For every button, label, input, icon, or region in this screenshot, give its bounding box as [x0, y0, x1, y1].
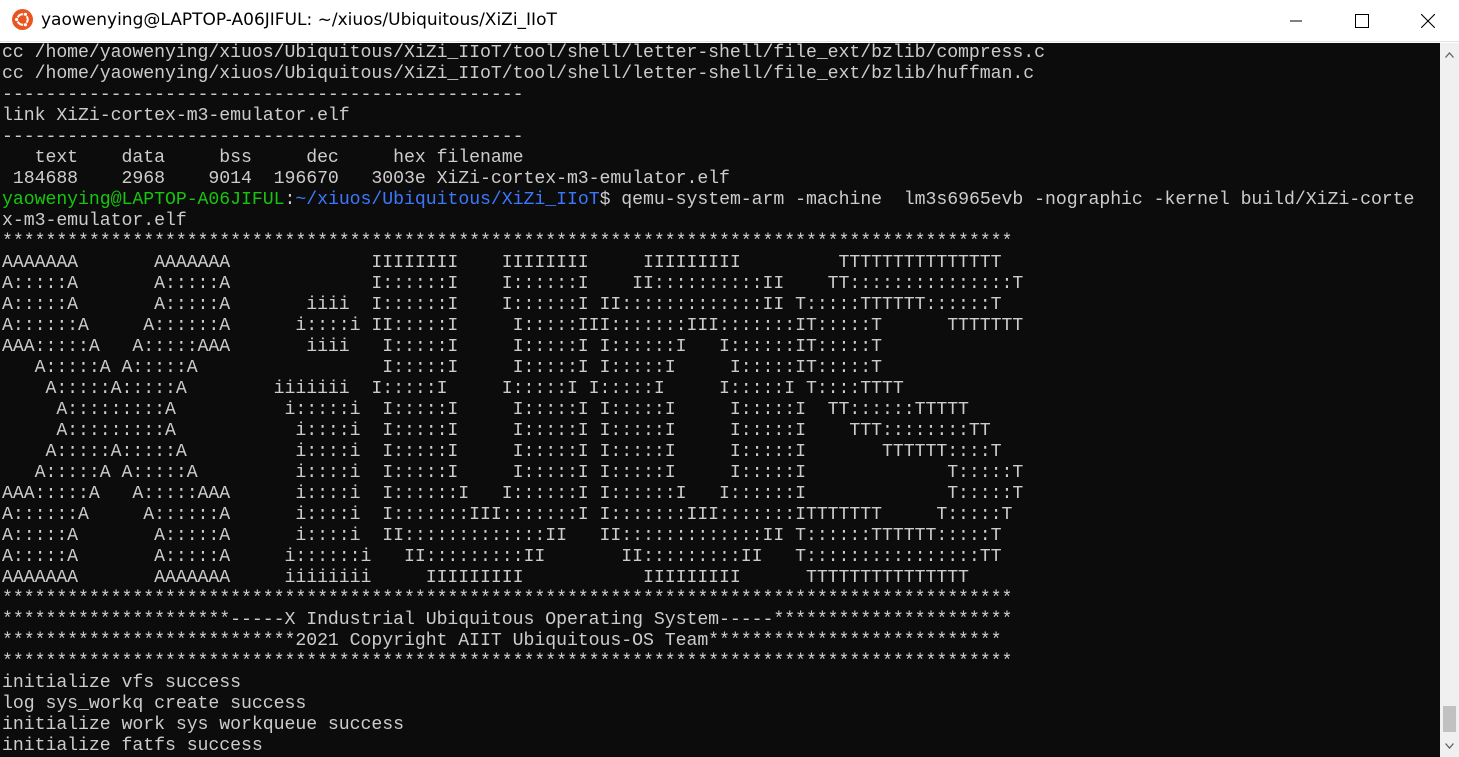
output-line: log sys_workq create success	[2, 694, 307, 714]
banner-line: A:::::A A:::::A i::::i I:::::I I:::::I I…	[2, 463, 1024, 483]
title-bar[interactable]: yaowenying@LAPTOP-A06JIFUL: ~/xiuos/Ubiq…	[0, 0, 1459, 42]
banner-line: ****************************************…	[2, 589, 1013, 609]
output-line: initialize vfs success	[2, 673, 242, 693]
minimize-icon	[1290, 20, 1302, 21]
banner-line: AAAAAAA AAAAAAA iiiiiiii IIIIIIIII IIIII…	[2, 568, 969, 588]
close-button[interactable]	[1405, 0, 1451, 41]
scroll-up-arrow-icon	[1445, 51, 1454, 58]
ubuntu-icon	[12, 9, 33, 30]
output-line: cc /home/yaowenying/xiuos/Ubiquitous/XiZ…	[2, 64, 1035, 84]
banner-line: A:::::A A:::::A i::::::i II:::::::::II I…	[2, 547, 1002, 567]
close-icon	[1421, 13, 1435, 28]
prompt-path: ~/xiuos/Ubiquitous/XiZi_IIoT	[295, 190, 600, 210]
output-line: ----------------------------------------…	[2, 127, 524, 147]
banner-line: A:::::A A:::::A I::::::I I::::::I II::::…	[2, 274, 1024, 294]
prompt-command: qemu-system-arm -machine lm3s6965evb -no…	[610, 190, 1415, 210]
prompt-separator: :	[284, 190, 296, 210]
banner-line: AAA:::::A A:::::AAA iiii I:::::I I:::::I…	[2, 337, 883, 357]
banner-line: A::::::A A::::::A i::::i II:::::I I:::::…	[2, 316, 1024, 336]
banner-line: ****************************************…	[2, 652, 1013, 672]
scroll-up-button[interactable]	[1440, 45, 1459, 64]
banner-line: AAA:::::A A:::::AAA i::::i I::::::I I:::…	[2, 484, 1024, 504]
terminal-output[interactable]: cc /home/yaowenying/xiuos/Ubiquitous/XiZ…	[0, 43, 1440, 757]
prompt-symbol: $	[599, 190, 611, 210]
prompt-user-host: yaowenying@LAPTOP-A06JIFUL	[2, 190, 285, 210]
scroll-down-button[interactable]	[1440, 736, 1459, 755]
banner-line: *********************-----X Industrial U…	[2, 610, 1013, 630]
banner-line: A:::::A A:::::A iiii I::::::I I::::::I I…	[2, 295, 1002, 315]
minimize-button[interactable]	[1273, 0, 1319, 41]
banner-line: A:::::A A:::::A I:::::I I:::::I I:::::I …	[2, 358, 883, 378]
output-line: initialize fatfs success	[2, 736, 263, 756]
scroll-down-arrow-icon	[1445, 742, 1454, 749]
banner-line: AAAAAAA AAAAAAA IIIIIIII IIIIIIII IIIIII…	[2, 253, 1002, 273]
scrollbar-thumb[interactable]	[1443, 706, 1456, 732]
window-title: yaowenying@LAPTOP-A06JIFUL: ~/xiuos/Ubiq…	[41, 10, 557, 30]
output-line: ----------------------------------------…	[2, 85, 524, 105]
banner-line: A:::::A:::::A i::::i I:::::I I:::::I I::…	[2, 442, 1002, 462]
banner-line: A:::::A A:::::A i::::i II:::::::::::::II…	[2, 526, 1002, 546]
output-line: link XiZi-cortex-m3-emulator.elf	[2, 106, 350, 126]
output-line: cc /home/yaowenying/xiuos/Ubiquitous/XiZ…	[2, 43, 1045, 63]
output-line: 184688 2968 9014 196670 3003e XiZi-corte…	[2, 169, 730, 189]
vertical-scrollbar[interactable]	[1440, 43, 1459, 757]
banner-line: ***************************2021 Copyrigh…	[2, 631, 1002, 651]
output-line: text data bss dec hex filename	[2, 148, 524, 168]
maximize-icon	[1355, 13, 1369, 28]
banner-line: A:::::::::A i:::::i I:::::I I:::::I I:::…	[2, 400, 969, 420]
banner-line: A:::::::::A i::::i I:::::I I:::::I I::::…	[2, 421, 991, 441]
output-line: initialize work sys workqueue success	[2, 715, 404, 735]
command-prompt-line: yaowenying@LAPTOP-A06JIFUL:~/xiuos/Ubiqu…	[2, 190, 1414, 211]
output-line: x-m3-emulator.elf	[2, 211, 187, 231]
banner-line: A::::::A A::::::A i::::i I:::::::III::::…	[2, 505, 1013, 525]
maximize-button[interactable]	[1339, 0, 1385, 41]
banner-line: ****************************************…	[2, 232, 1013, 252]
banner-line: A:::::A:::::A iiiiiii I:::::I I:::::I I:…	[2, 379, 904, 399]
